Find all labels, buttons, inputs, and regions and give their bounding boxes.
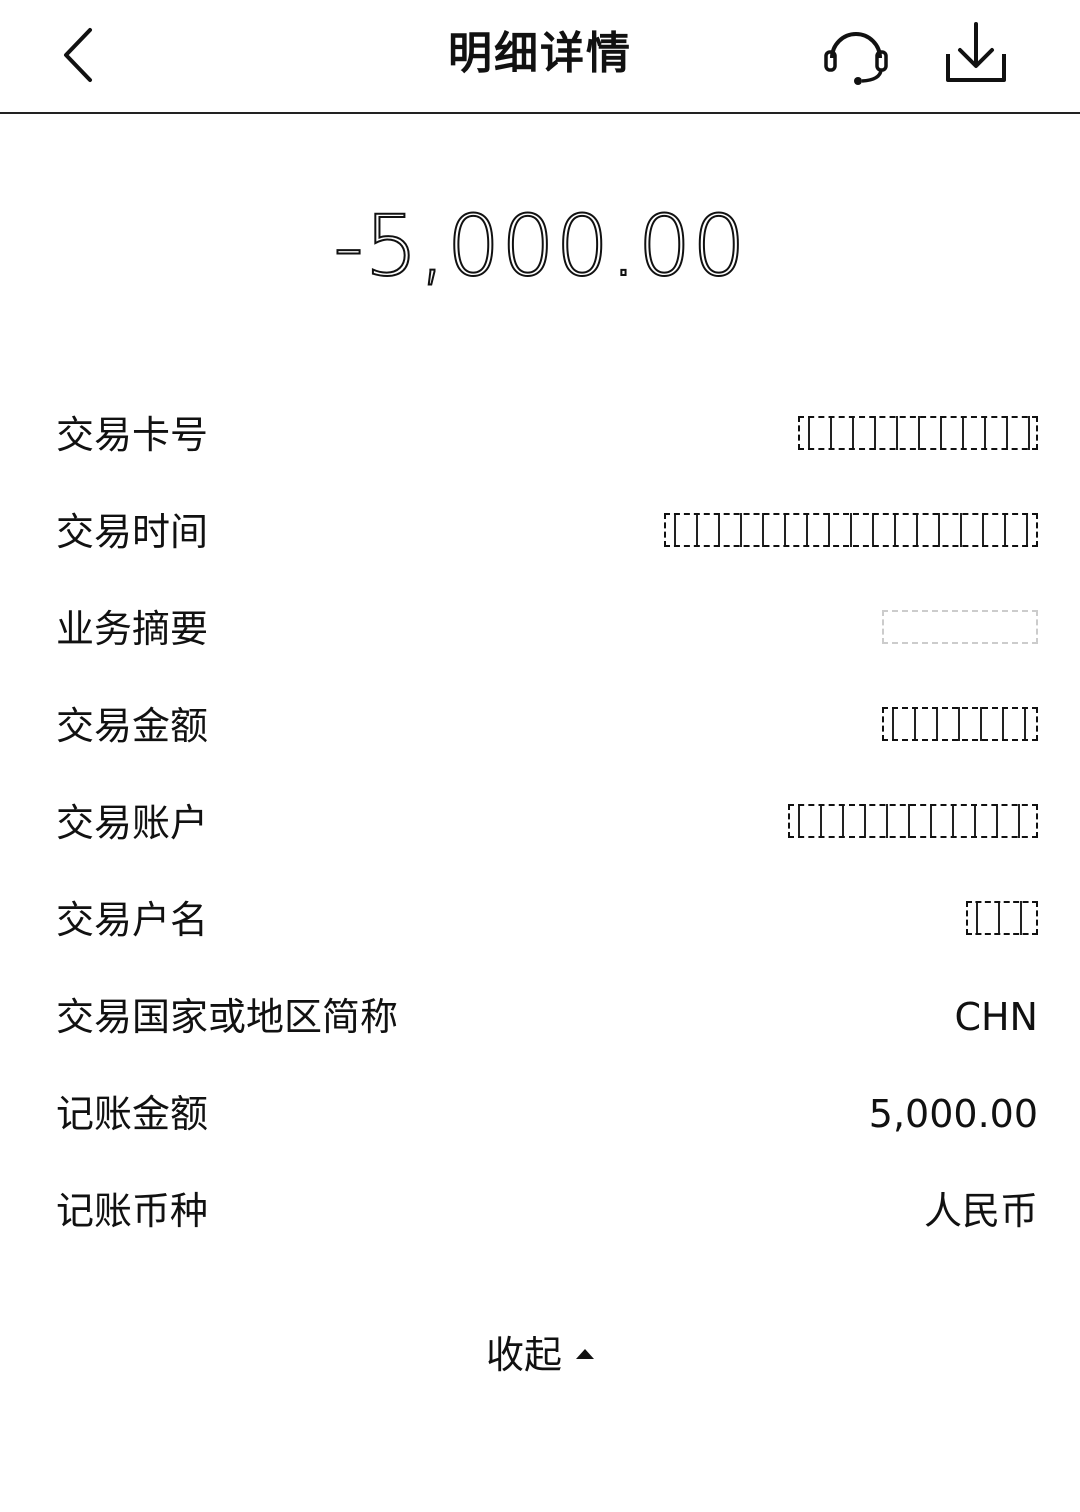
detail-label: 交易账户 xyxy=(56,801,209,845)
redacted-value xyxy=(798,416,1038,450)
detail-row-country: 交易国家或地区简称 CHN xyxy=(56,968,1038,1065)
detail-label: 交易金额 xyxy=(56,704,209,748)
collapse-label: 收起 xyxy=(485,1333,562,1377)
detail-row-time: 交易时间 xyxy=(56,483,1038,580)
detail-label: 交易卡号 xyxy=(56,413,209,457)
page-title: 明细详情 xyxy=(448,28,632,79)
detail-value: CHN xyxy=(954,995,1038,1039)
redacted-value xyxy=(966,901,1038,935)
detail-value: 5,000.00 xyxy=(868,1092,1038,1136)
detail-label: 记账金额 xyxy=(56,1092,209,1136)
detail-label: 记账币种 xyxy=(56,1189,209,1233)
caret-up-icon xyxy=(576,1348,594,1359)
detail-label: 业务摘要 xyxy=(56,607,209,651)
redacted-value xyxy=(882,610,1038,644)
detail-row-account: 交易账户 xyxy=(56,774,1038,871)
download-button[interactable] xyxy=(940,18,1012,90)
redacted-value xyxy=(788,804,1038,838)
redacted-value xyxy=(664,513,1038,547)
detail-row-summary: 业务摘要 xyxy=(56,580,1038,677)
detail-value: 人民币 xyxy=(923,1189,1038,1233)
detail-row-currency: 记账币种 人民币 xyxy=(56,1162,1038,1259)
collapse-button[interactable]: 收起 xyxy=(0,1330,1080,1380)
top-app-bar: 明细详情 xyxy=(0,0,1080,114)
detail-label: 交易时间 xyxy=(56,510,209,554)
customer-service-button[interactable] xyxy=(818,18,894,94)
detail-row-card-number: 交易卡号 xyxy=(56,386,1038,483)
detail-row-account-name: 交易户名 xyxy=(56,871,1038,968)
transaction-amount: -5,000.00 xyxy=(332,196,747,296)
headset-icon xyxy=(824,32,888,85)
download-icon xyxy=(946,22,1006,82)
detail-list: 交易卡号 交易时间 业务摘要 交易金额 交易账户 交易户名 交易国家或地区简称 … xyxy=(56,386,1038,1259)
detail-label: 交易国家或地区简称 xyxy=(56,995,399,1039)
detail-row-amount: 交易金额 xyxy=(56,677,1038,774)
detail-label: 交易户名 xyxy=(56,898,209,942)
detail-row-posted-amount: 记账金额 5,000.00 xyxy=(56,1065,1038,1162)
redacted-value xyxy=(882,707,1038,741)
